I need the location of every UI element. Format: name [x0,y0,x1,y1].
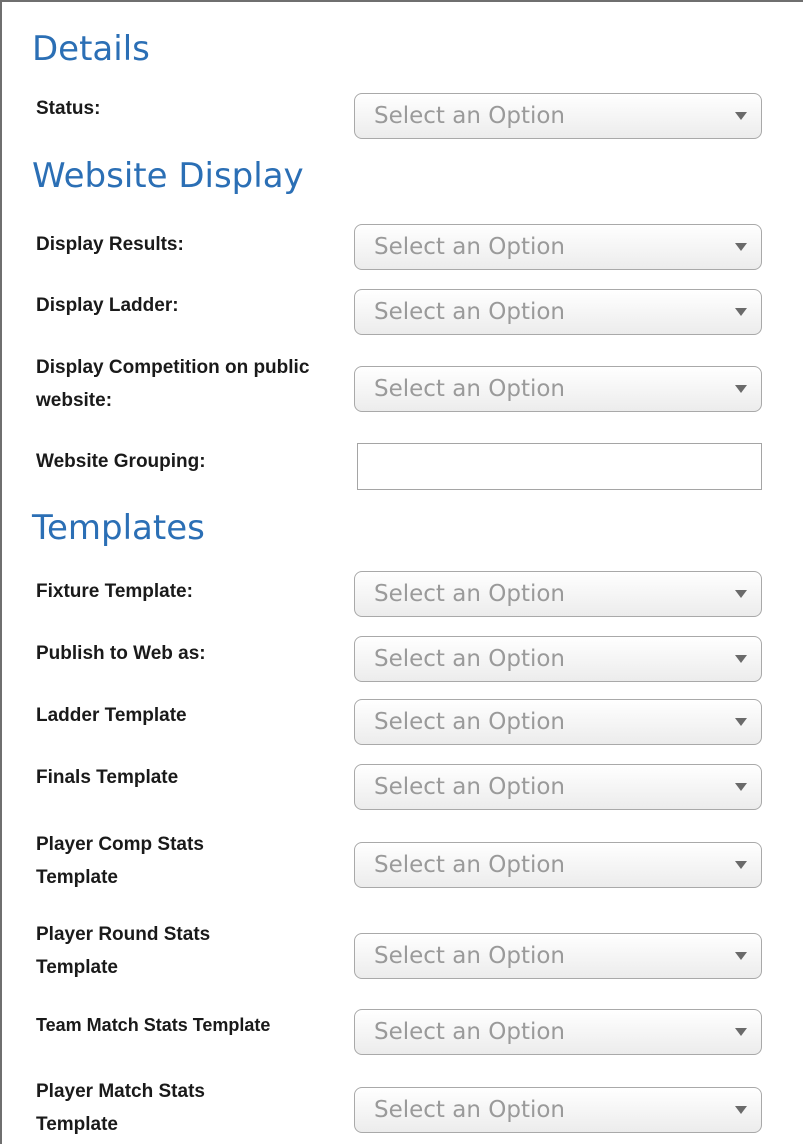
player-match-stats-select-value: Select an Option [374,1097,566,1123]
chevron-down-icon [735,385,747,393]
website-grouping-input[interactable] [357,443,762,490]
website-grouping-label: Website Grouping: [36,451,206,472]
finals-template-select-value: Select an Option [374,774,566,800]
display-competition-label: Display Competition on public website: [36,357,310,411]
display-ladder-label: Display Ladder: [36,295,179,316]
player-comp-stats-select-value: Select an Option [374,852,566,878]
chevron-down-icon [735,655,747,663]
team-match-stats-select[interactable]: Select an Option [354,1009,762,1055]
display-results-select-value: Select an Option [374,234,566,260]
details-heading: Details [32,29,150,69]
status-select[interactable]: Select an Option [354,93,762,139]
publish-to-web-label: Publish to Web as: [36,643,206,664]
fixture-template-select[interactable]: Select an Option [354,571,762,617]
chevron-down-icon [735,783,747,791]
chevron-down-icon [735,952,747,960]
player-match-stats-label: Player Match Stats Template [36,1081,205,1135]
team-match-stats-label: Team Match Stats Template [36,1015,271,1035]
status-select-value: Select an Option [374,103,566,129]
chevron-down-icon [735,1028,747,1036]
display-results-label: Display Results: [36,234,184,255]
chevron-down-icon [735,590,747,598]
chevron-down-icon [735,243,747,251]
website-display-heading: Website Display [32,156,304,196]
team-match-stats-select-value: Select an Option [374,1019,566,1045]
player-round-stats-select-value: Select an Option [374,943,566,969]
display-results-select[interactable]: Select an Option [354,224,762,270]
chevron-down-icon [735,1106,747,1114]
player-comp-stats-label: Player Comp Stats Template [36,834,204,888]
chevron-down-icon [735,112,747,120]
player-round-stats-label: Player Round Stats Template [36,924,211,978]
chevron-down-icon [735,861,747,869]
finals-template-select[interactable]: Select an Option [354,764,762,810]
display-competition-select-value: Select an Option [374,376,566,402]
publish-to-web-select[interactable]: Select an Option [354,636,762,682]
chevron-down-icon [735,718,747,726]
fixture-template-select-value: Select an Option [374,581,566,607]
display-ladder-select[interactable]: Select an Option [354,289,762,335]
player-comp-stats-select[interactable]: Select an Option [354,842,762,888]
player-match-stats-select[interactable]: Select an Option [354,1087,762,1133]
chevron-down-icon [735,308,747,316]
ladder-template-select-value: Select an Option [374,709,566,735]
fixture-template-label: Fixture Template: [36,581,193,602]
display-competition-select[interactable]: Select an Option [354,366,762,412]
ladder-template-select[interactable]: Select an Option [354,699,762,745]
display-ladder-select-value: Select an Option [374,299,566,325]
finals-template-label: Finals Template [36,767,179,788]
form-panel: Details Status: Select an Option Website… [0,0,803,1144]
templates-heading: Templates [32,508,205,548]
publish-to-web-select-value: Select an Option [374,646,566,672]
player-round-stats-select[interactable]: Select an Option [354,933,762,979]
status-label: Status: [36,98,101,119]
ladder-template-label: Ladder Template [36,705,187,726]
